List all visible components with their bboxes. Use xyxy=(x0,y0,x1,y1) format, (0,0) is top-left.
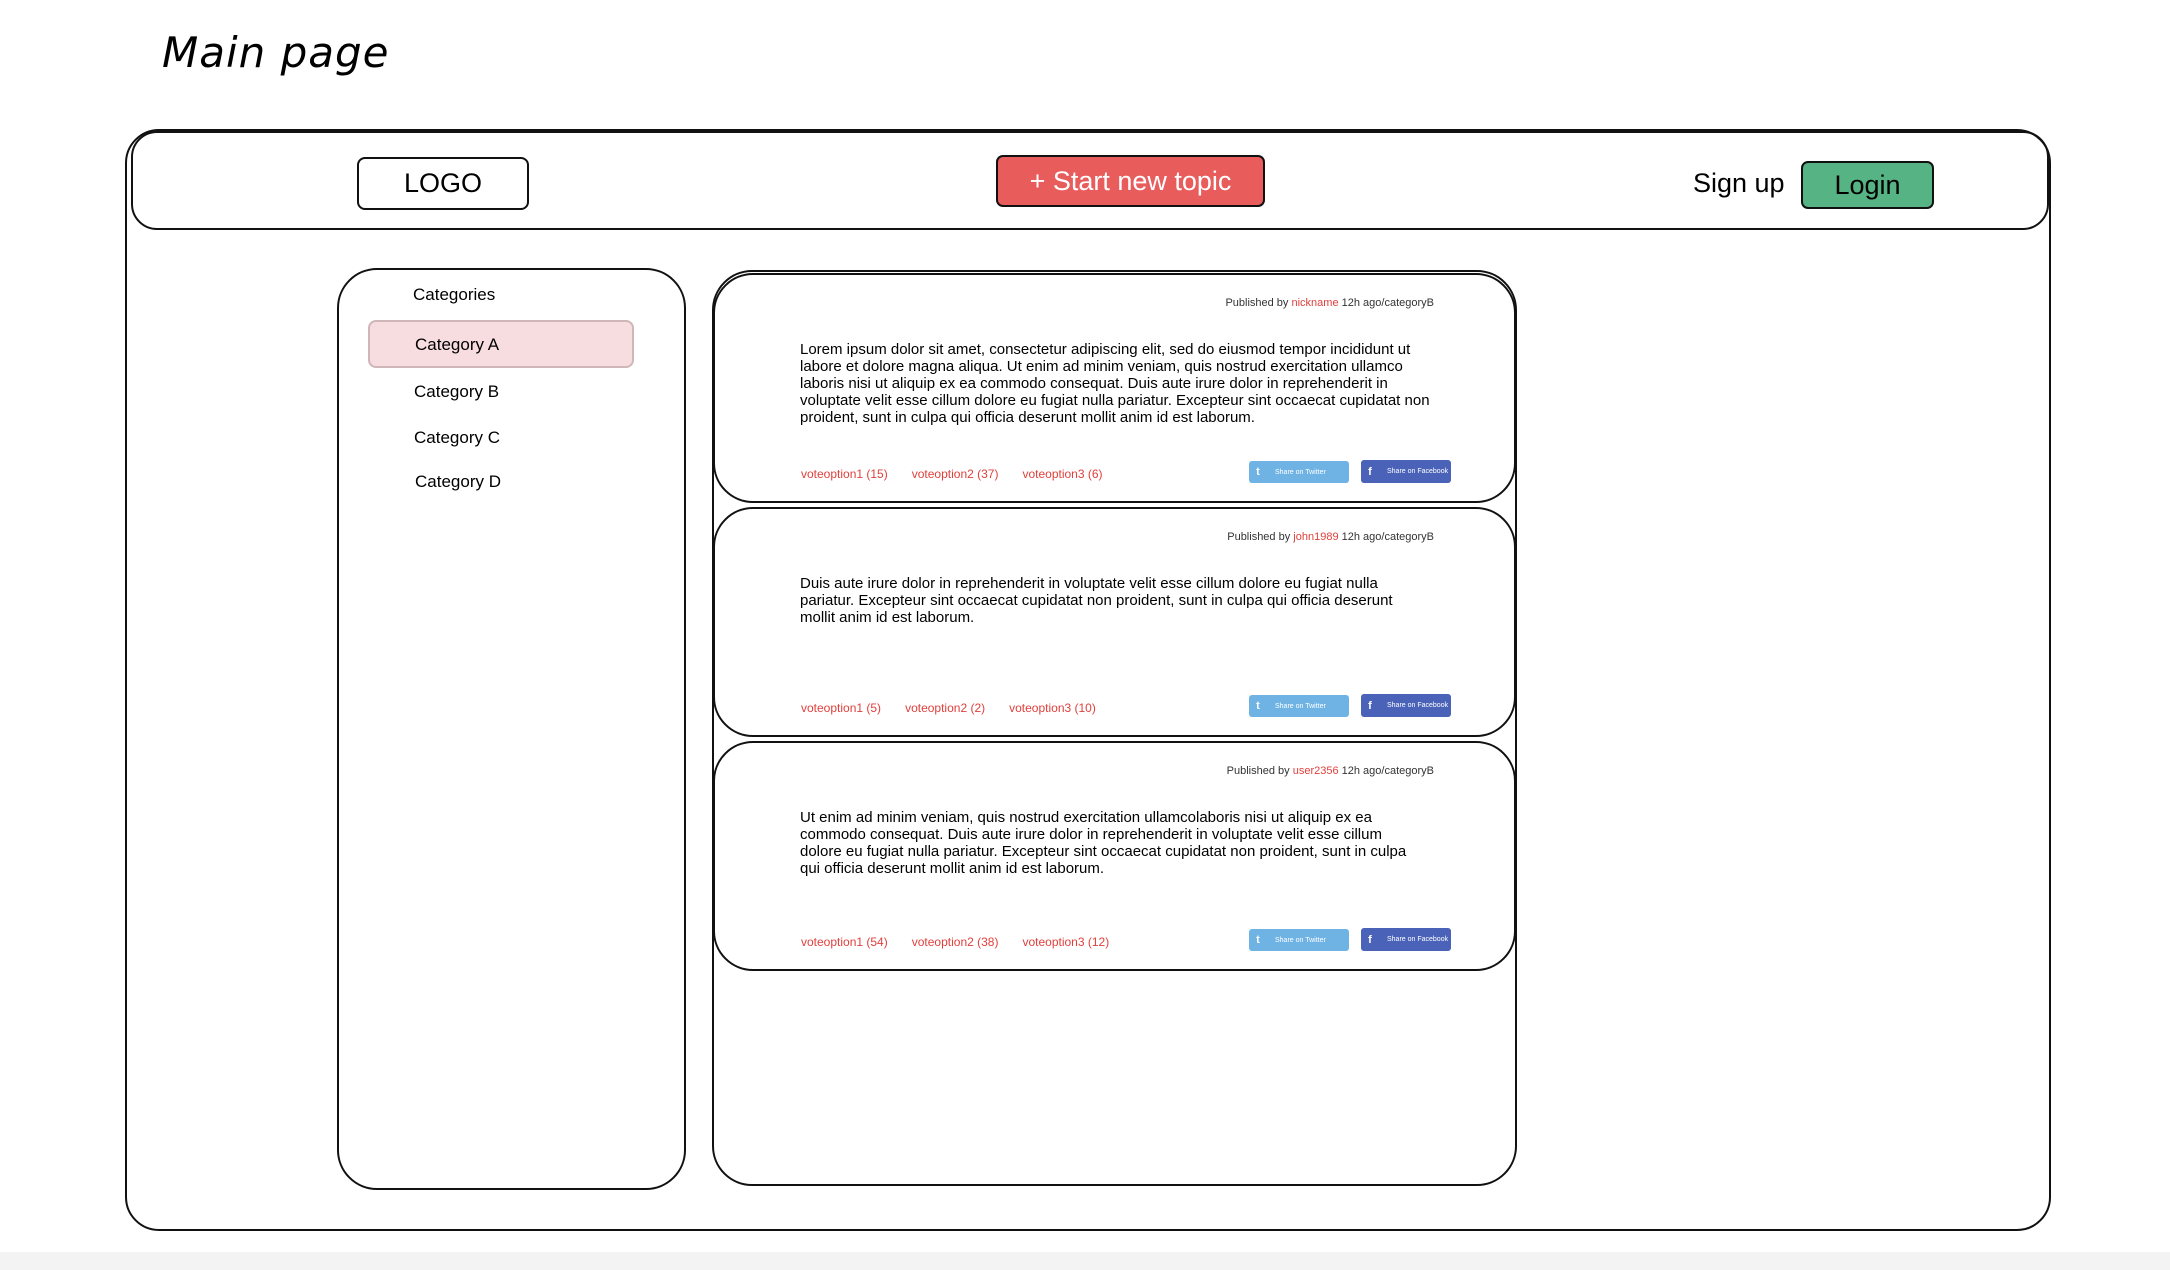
categories-sidebar xyxy=(337,268,686,1190)
post-time-category: 12h ago/categoryB xyxy=(1341,531,1434,543)
vote-options: voteoption1 (5) voteoption2 (2) voteopti… xyxy=(801,701,1120,715)
published-by-label: Published by xyxy=(1226,765,1290,777)
categories-title: Categories xyxy=(413,285,496,304)
share-twitter-label: Share on Twitter xyxy=(1275,936,1326,944)
share-facebook-label: Share on Facebook xyxy=(1387,468,1449,475)
facebook-icon: f xyxy=(1368,933,1372,946)
post-card[interactable]: Published by nickname 12h ago/categoryB … xyxy=(713,273,1516,503)
vote-options: voteoption1 (54) voteoption2 (38) voteop… xyxy=(801,935,1133,949)
vote-option[interactable]: voteoption1 (5) xyxy=(801,701,881,715)
post-time-category: 12h ago/categoryB xyxy=(1341,765,1434,777)
share-facebook-button[interactable]: f Share on Facebook xyxy=(1361,460,1451,483)
vote-options: voteoption1 (15) voteoption2 (37) voteop… xyxy=(801,467,1127,481)
vote-option[interactable]: voteoption2 (2) xyxy=(905,701,985,715)
bottom-strip xyxy=(0,1252,2170,1270)
post-card[interactable]: Published by user2356 12h ago/categoryB … xyxy=(713,741,1516,971)
facebook-icon: f xyxy=(1368,465,1372,478)
vote-option[interactable]: voteoption1 (54) xyxy=(801,935,888,949)
sidebar-item-category-c[interactable]: Category C xyxy=(414,428,500,448)
post-card[interactable]: Published by john1989 12h ago/categoryB … xyxy=(713,507,1516,737)
post-body: Lorem ipsum dolor sit amet, consectetur … xyxy=(800,341,1430,426)
share-facebook-button[interactable]: f Share on Facebook xyxy=(1361,694,1451,717)
share-twitter-button[interactable]: t Share on Twitter xyxy=(1249,929,1349,951)
category-active-highlight xyxy=(368,320,634,368)
twitter-icon: t xyxy=(1256,934,1260,946)
share-facebook-label: Share on Facebook xyxy=(1387,702,1449,709)
published-by-label: Published by xyxy=(1227,531,1291,543)
sidebar-item-category-a[interactable]: Category A xyxy=(415,335,499,355)
sidebar-item-category-d[interactable]: Category D xyxy=(415,472,501,492)
vote-option[interactable]: voteoption2 (37) xyxy=(912,467,999,481)
share-twitter-button[interactable]: t Share on Twitter xyxy=(1249,695,1349,717)
twitter-icon: t xyxy=(1256,700,1260,712)
published-by-label: Published by xyxy=(1225,297,1289,309)
start-new-topic-button[interactable]: + Start new topic xyxy=(996,155,1265,207)
vote-option[interactable]: voteoption3 (6) xyxy=(1022,467,1102,481)
author-link[interactable]: user2356 xyxy=(1293,765,1339,777)
post-body: Ut enim ad minim veniam, quis nostrud ex… xyxy=(800,809,1407,877)
share-facebook-button[interactable]: f Share on Facebook xyxy=(1361,928,1451,951)
vote-option[interactable]: voteoption3 (12) xyxy=(1022,935,1109,949)
facebook-icon: f xyxy=(1368,699,1372,712)
vote-option[interactable]: voteoption1 (15) xyxy=(801,467,888,481)
post-meta: Published by nickname 12h ago/categoryB xyxy=(1225,297,1434,309)
login-button[interactable]: Login xyxy=(1801,161,1934,209)
post-time-category: 12h ago/categoryB xyxy=(1341,297,1434,309)
vote-option[interactable]: voteoption3 (10) xyxy=(1009,701,1096,715)
author-link[interactable]: john1989 xyxy=(1293,531,1338,543)
vote-option[interactable]: voteoption2 (38) xyxy=(912,935,999,949)
share-twitter-label: Share on Twitter xyxy=(1275,468,1326,476)
signup-link[interactable]: Sign up xyxy=(1693,168,1785,199)
share-twitter-label: Share on Twitter xyxy=(1275,702,1326,710)
sidebar-item-category-b[interactable]: Category B xyxy=(414,382,499,402)
post-body: Duis aute irure dolor in reprehenderit i… xyxy=(800,575,1393,626)
author-link[interactable]: nickname xyxy=(1292,297,1339,309)
share-facebook-label: Share on Facebook xyxy=(1387,936,1449,943)
share-twitter-button[interactable]: t Share on Twitter xyxy=(1249,461,1349,483)
logo[interactable]: LOGO xyxy=(357,157,529,210)
twitter-icon: t xyxy=(1256,466,1260,478)
post-meta: Published by john1989 12h ago/categoryB xyxy=(1227,531,1434,543)
page-title: Main page xyxy=(162,28,390,77)
post-meta: Published by user2356 12h ago/categoryB xyxy=(1227,765,1434,777)
